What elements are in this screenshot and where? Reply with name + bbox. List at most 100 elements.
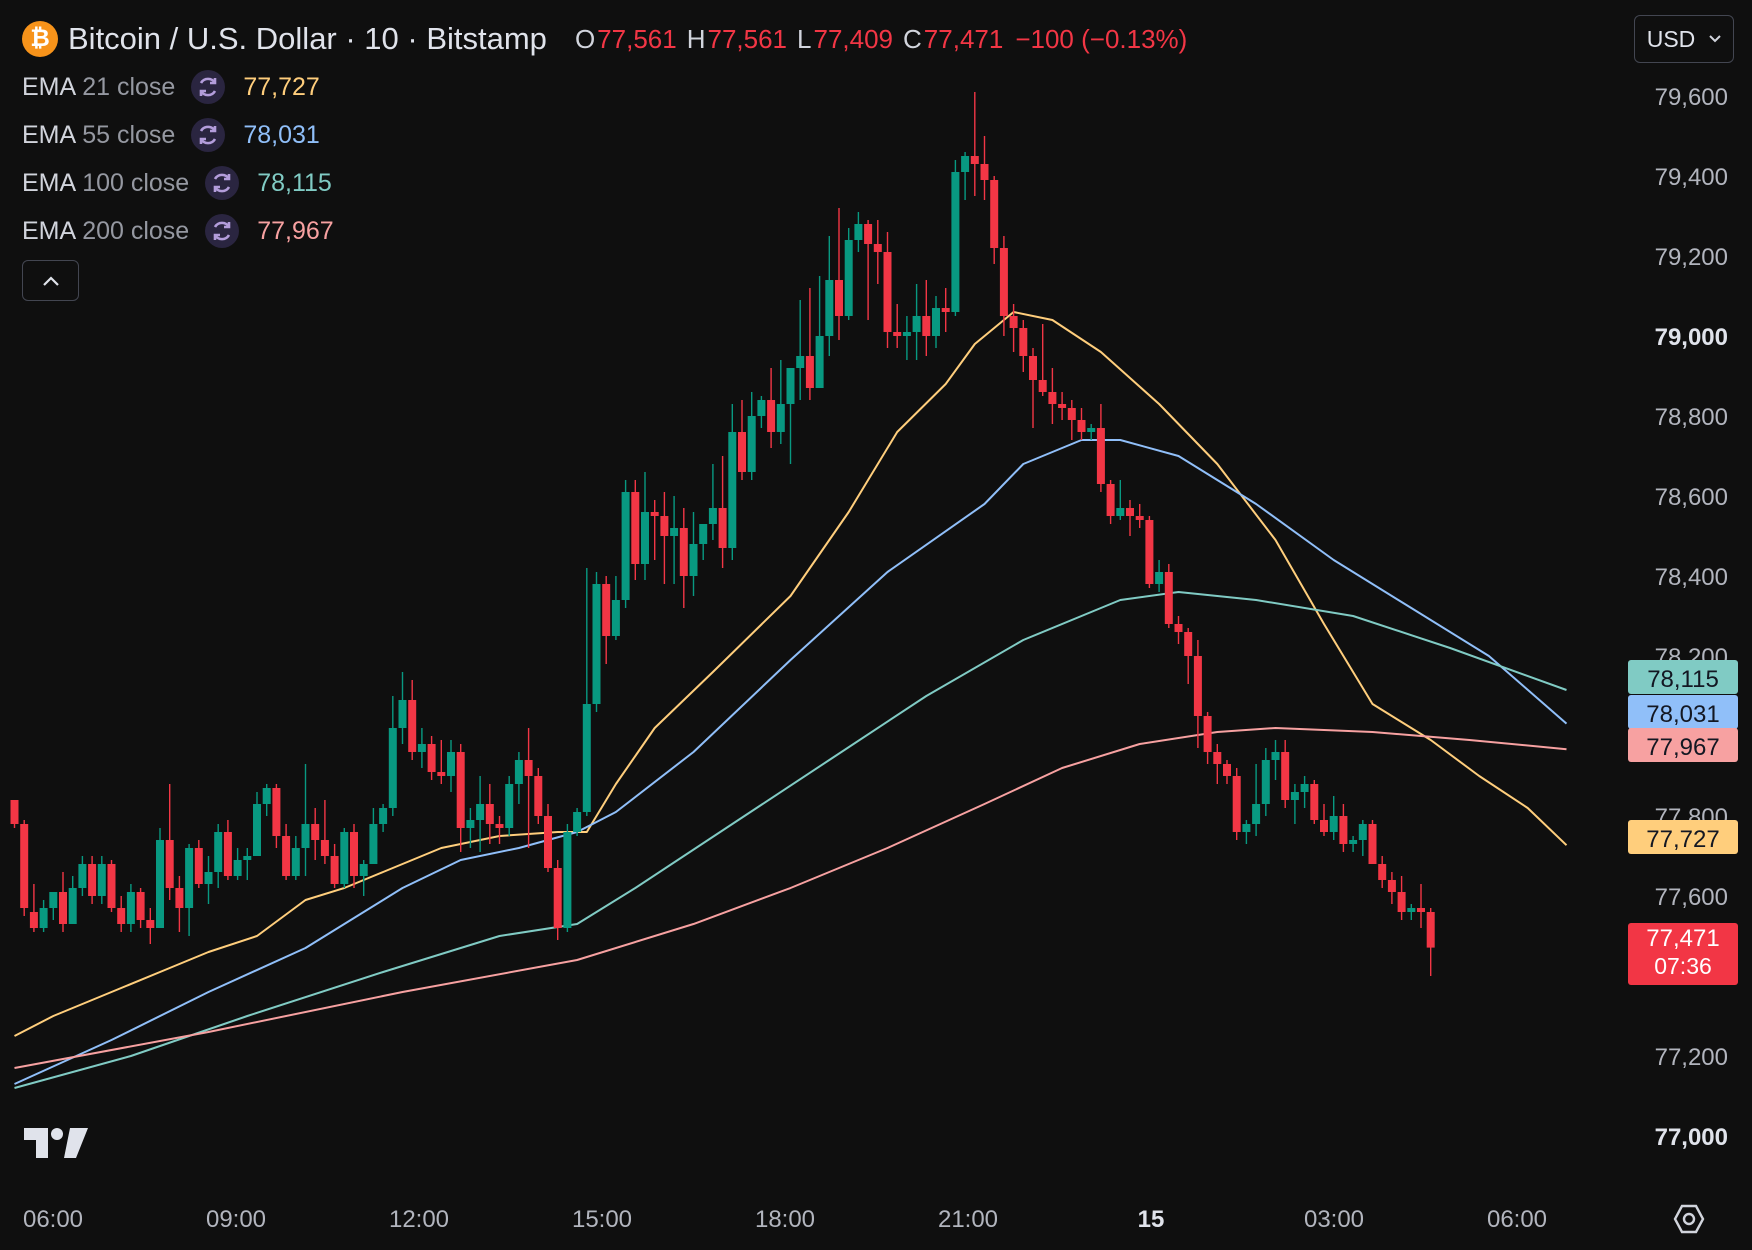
candle-body — [699, 524, 708, 544]
candle-body — [844, 240, 853, 316]
candle-body — [582, 704, 591, 812]
candle-body — [1329, 816, 1338, 832]
candle-body — [1300, 784, 1309, 792]
candle-body — [379, 808, 388, 824]
candle-body — [883, 252, 892, 332]
candle-body — [359, 864, 368, 876]
candle-body — [1310, 784, 1319, 820]
chevron-up-icon — [42, 275, 59, 286]
candle-body — [214, 832, 223, 872]
indicator-ema-55[interactable]: EMA 55 close 78,031 — [22, 118, 320, 152]
candle-body — [1126, 508, 1134, 516]
candle-body — [1242, 824, 1251, 832]
symbol-title[interactable]: Bitcoin / U.S. Dollar · 10 · Bitstamp — [68, 21, 547, 57]
candle-body — [1019, 328, 1028, 356]
x-axis-tick-label: 21:00 — [938, 1206, 998, 1233]
candle-body — [136, 892, 145, 920]
indicator-ema-21[interactable]: EMA 21 close 77,727 — [22, 70, 320, 104]
candle-body — [786, 368, 795, 404]
refresh-icon[interactable] — [205, 214, 240, 248]
ema-price-label: 78,115 — [1647, 666, 1719, 693]
candle-body — [88, 864, 97, 896]
candle-body — [825, 280, 834, 336]
x-axis-tick-label: 06:00 — [1487, 1206, 1547, 1233]
indicator-value: 78,115 — [257, 168, 332, 197]
indicator-name: EMA — [22, 120, 77, 149]
candle-body — [1223, 764, 1231, 776]
candle-body — [534, 776, 543, 816]
candle-body — [165, 840, 174, 888]
candle-body — [456, 752, 465, 828]
chart-header: ₿ Bitcoin / U.S. Dollar · 10 · Bitstamp … — [22, 18, 1187, 60]
collapse-legend-button[interactable] — [22, 260, 79, 301]
candle-body — [243, 856, 252, 860]
price-change: −100 (−0.13%) — [1015, 23, 1188, 54]
candle-body — [476, 804, 485, 820]
candle-body — [1184, 632, 1193, 656]
refresh-icon[interactable] — [191, 118, 226, 152]
candle-body — [854, 224, 863, 240]
candle-body — [573, 812, 582, 832]
y-axis-tick-label: 79,200 — [1655, 244, 1728, 271]
candle-body — [1397, 892, 1406, 912]
close-value: 77,471 — [923, 23, 1004, 54]
indicator-name: EMA — [22, 216, 77, 245]
candle-body — [708, 508, 717, 524]
indicator-ema-100[interactable]: EMA 100 close 78,115 — [22, 166, 332, 200]
candle-body — [146, 920, 155, 928]
indicator-value: 77,727 — [243, 72, 320, 101]
refresh-icon[interactable] — [205, 166, 240, 200]
candle-body — [1232, 776, 1241, 832]
candle-body — [524, 760, 533, 776]
candle-body — [20, 824, 29, 908]
candle-body — [1116, 508, 1125, 516]
candle-body — [320, 840, 329, 856]
candle-body — [1290, 792, 1299, 800]
candle-body — [1426, 912, 1435, 948]
last-price-value: 77,471 — [1646, 925, 1719, 952]
indicator-name: EMA — [22, 168, 77, 197]
candle-body — [233, 860, 242, 876]
y-axis-tick-label: 78,400 — [1655, 564, 1728, 591]
chart-settings-icon[interactable] — [1672, 1202, 1706, 1236]
candle-body — [68, 888, 77, 924]
candle-body — [747, 416, 756, 472]
candle-body — [805, 356, 814, 388]
candle-body — [689, 544, 698, 576]
ema-line — [14, 439, 1568, 1085]
candle-body — [990, 180, 999, 248]
candle-body — [417, 744, 426, 752]
refresh-icon[interactable] — [191, 70, 226, 104]
candle-body — [757, 400, 766, 416]
candle-body — [291, 848, 300, 876]
candle-body — [223, 832, 232, 876]
candle-body — [156, 840, 164, 928]
candle-body — [1174, 624, 1183, 632]
candle-body — [1378, 864, 1387, 880]
candle-body — [514, 760, 523, 784]
currency-selector[interactable]: USD — [1634, 15, 1734, 63]
candle-body — [185, 848, 194, 908]
candle-body — [1281, 752, 1290, 800]
indicator-value: 78,031 — [243, 120, 320, 149]
candle-body — [641, 512, 649, 564]
candle-body — [282, 836, 291, 876]
candle-body — [660, 516, 669, 536]
candle-body — [311, 824, 320, 840]
candle-body — [1407, 908, 1416, 912]
candle-body — [97, 864, 106, 896]
indicator-ema-200[interactable]: EMA 200 close 77,967 — [22, 214, 334, 248]
candle-body — [253, 804, 261, 856]
candle-body — [1087, 428, 1096, 432]
candle-body — [1339, 816, 1348, 844]
candle-body — [427, 744, 436, 772]
candle-body — [1193, 656, 1202, 716]
candle-body — [1029, 356, 1037, 380]
candle-body — [1368, 824, 1377, 864]
candle-body — [117, 908, 126, 924]
y-axis-tick-label: 78,600 — [1655, 484, 1728, 511]
candle-body — [1155, 572, 1164, 584]
tradingview-logo[interactable] — [24, 1126, 90, 1160]
high-label: H — [686, 23, 706, 54]
indicator-params: 200 close — [82, 216, 190, 245]
